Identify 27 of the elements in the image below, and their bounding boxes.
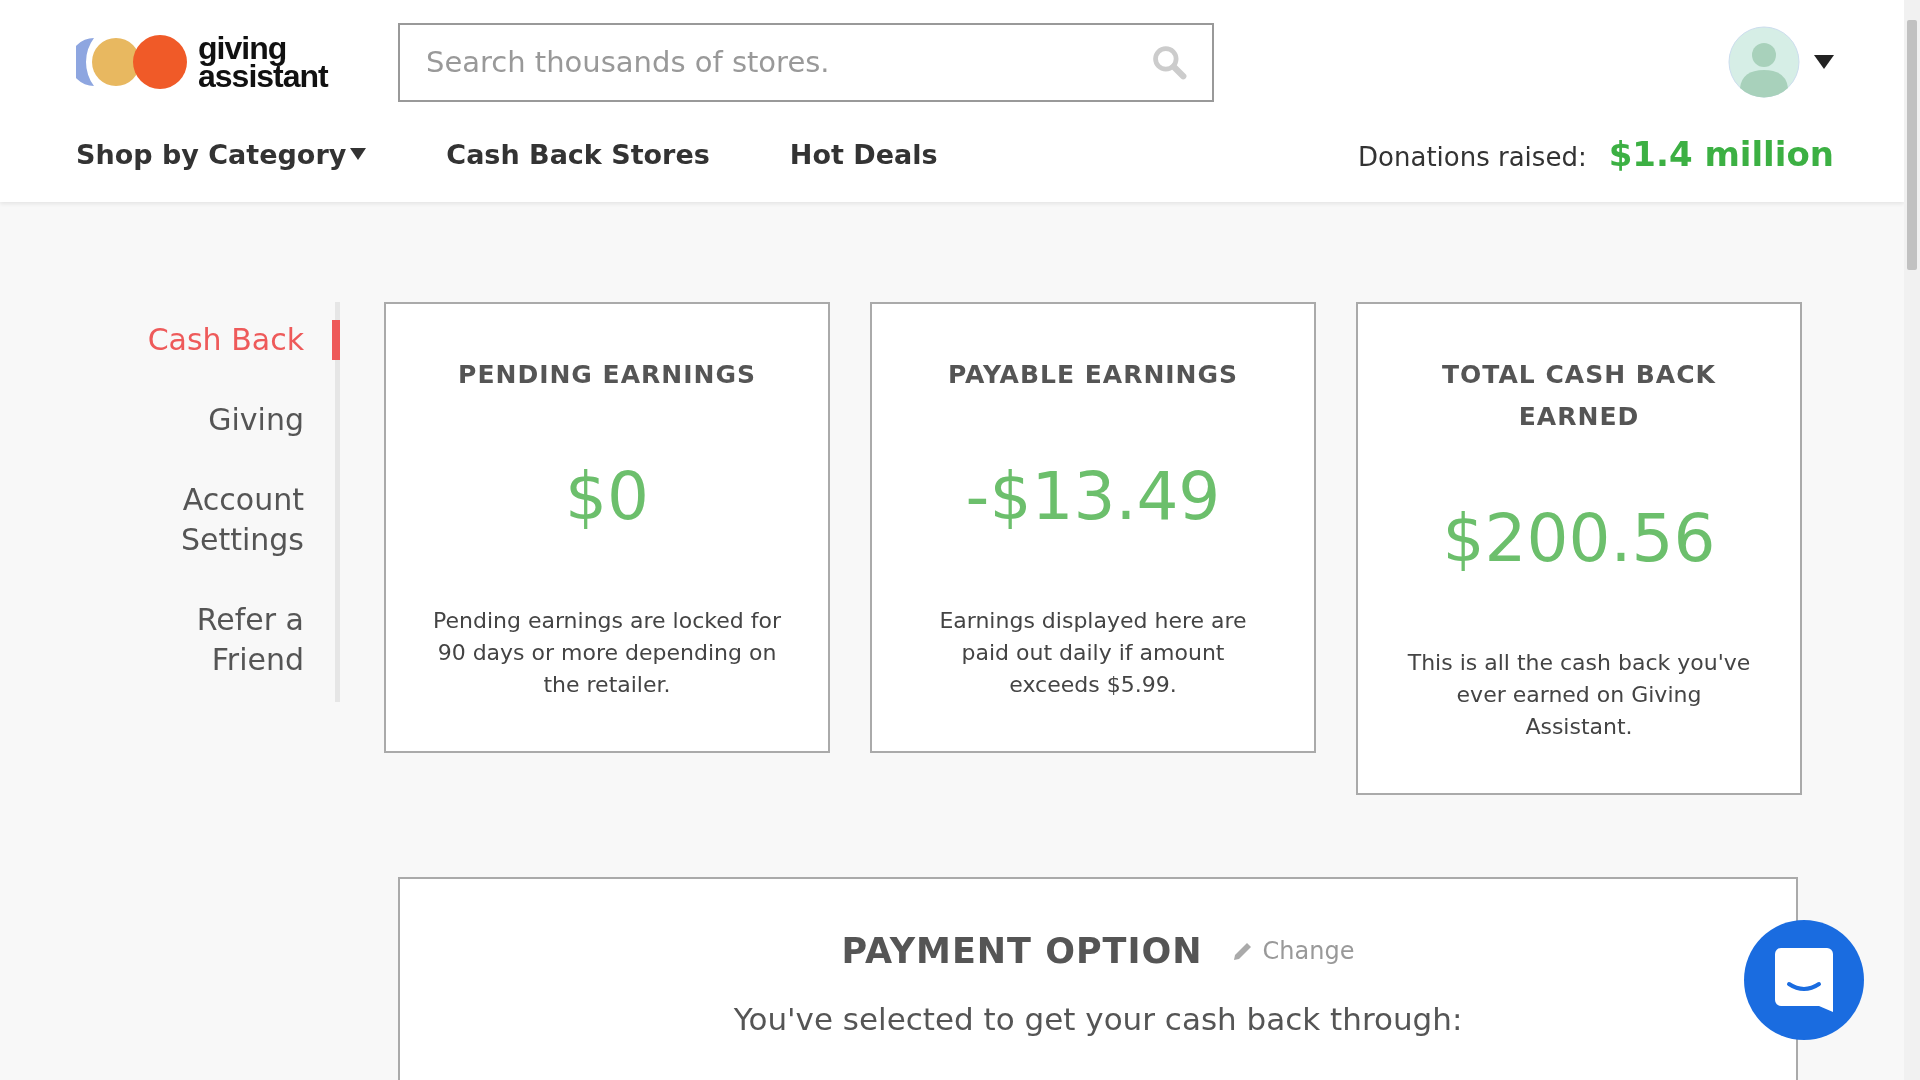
sidebar-item[interactable]: Giving: [120, 400, 340, 440]
avatar-icon[interactable]: [1728, 26, 1800, 98]
card-description: Pending earnings are locked for 90 days or more depending on the retailer.: [432, 607, 782, 699]
logo-icon: [76, 34, 188, 90]
nav-link[interactable]: Shop by Category: [76, 138, 367, 170]
nav-link[interactable]: Hot Deals: [789, 138, 938, 170]
chat-icon: [1775, 948, 1833, 1012]
search-field[interactable]: Search thousands of stores.: [398, 22, 1214, 102]
donations-label: Donations raised:: [1358, 142, 1587, 172]
card-title: TOTAL CASH BACK EARNED: [1441, 359, 1717, 433]
card-title: PAYABLE EARNINGS: [947, 359, 1239, 391]
sidebar-item[interactable]: Refer a Friend: [120, 600, 340, 680]
card-amount: $200.56: [1442, 500, 1716, 577]
caret-icon[interactable]: [1814, 55, 1834, 69]
card-description: Earnings displayed here are paid out daily if amount exceeds $5.99.: [938, 607, 1248, 699]
scrollbar[interactable]: [1904, 0, 1920, 1080]
card-description: This is all the cash back you've ever earned on Giving Assistant.: [1406, 649, 1752, 741]
donations-value: $1.4 million: [1608, 134, 1834, 174]
sidebar-item[interactable]: Account Settings: [120, 480, 340, 560]
search-icon[interactable]: [1150, 43, 1188, 81]
card-amount: -$13.49: [965, 458, 1221, 535]
nav-link[interactable]: Cash Back Stores: [446, 138, 710, 170]
payment-title: PAYMENT OPTION: [841, 931, 1203, 971]
card-amount: $0: [565, 458, 649, 535]
card-title: PENDING EARNINGS: [458, 359, 756, 391]
logo-text: giving assistant: [198, 34, 328, 90]
payment-text: You've selected to get your cash back through:: [733, 1001, 1463, 1037]
